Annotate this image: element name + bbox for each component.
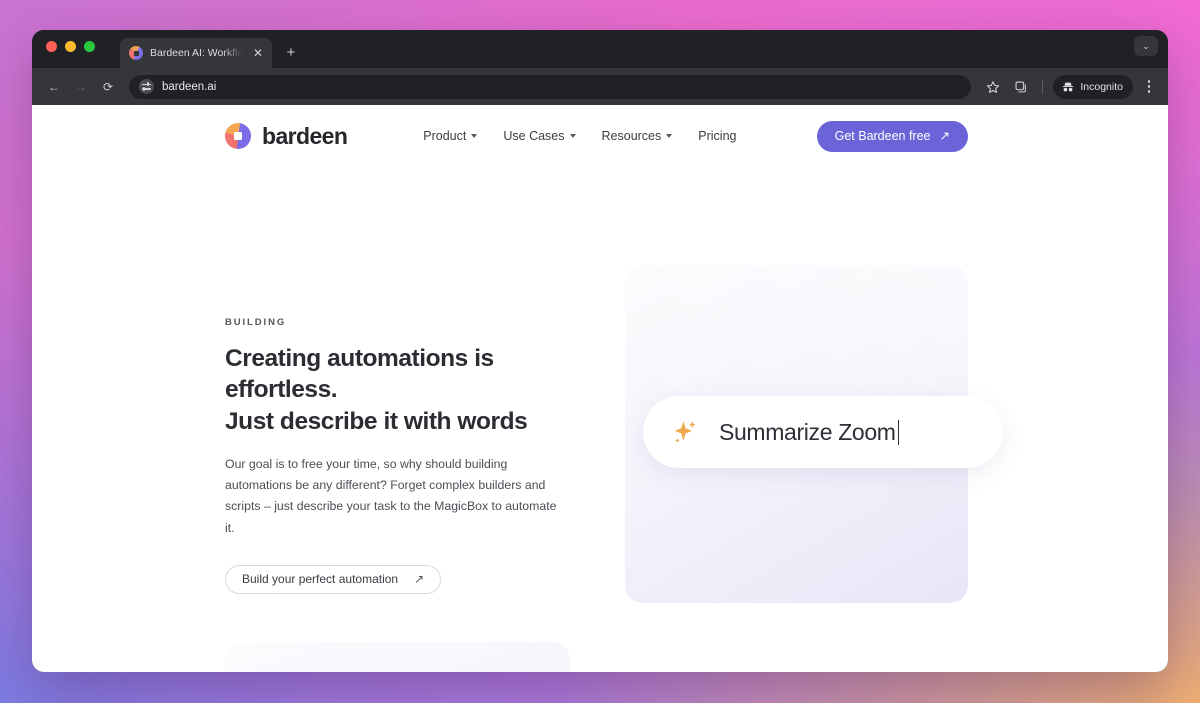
hero-body-text: Our goal is to free your time, so why sh…	[225, 457, 557, 535]
minimize-window-button[interactable]	[65, 41, 76, 52]
nav-item-product[interactable]: Product	[423, 129, 478, 143]
nav-item-label: Product	[423, 129, 467, 143]
nav-item-label: Use Cases	[503, 129, 565, 143]
chevron-down-icon	[569, 134, 576, 138]
bookmark-star-icon[interactable]	[980, 74, 1006, 100]
hero-title-line-1: Creating automations is effortless.	[225, 345, 494, 404]
site-settings-tune-icon[interactable]	[139, 79, 154, 94]
tab-search-chevron-down-icon[interactable]: ⌄	[1134, 36, 1158, 56]
main-nav: Product Use Cases Resources Pricing	[423, 129, 736, 143]
arrow-up-right-icon: ↗	[939, 128, 950, 143]
get-bardeen-free-button[interactable]: Get Bardeen free ↗	[816, 120, 968, 152]
incognito-indicator[interactable]: Incognito	[1053, 74, 1133, 99]
toolbar-actions: Incognito	[980, 74, 1160, 100]
new-tab-button[interactable]: +	[282, 44, 300, 62]
page-title: Creating automations is effortless. Just…	[225, 343, 570, 437]
site-logo[interactable]: bardeen	[225, 122, 348, 150]
hero-text-block: BUILDING Creating automations is effortl…	[225, 317, 570, 594]
nav-item-resources[interactable]: Resources	[602, 129, 673, 143]
sparkle-icon	[671, 418, 699, 446]
secondary-card-preview	[225, 642, 570, 672]
magicbox-card: Summarize Zoom	[625, 265, 1003, 603]
incognito-hat-icon	[1063, 82, 1074, 91]
browser-menu-icon[interactable]	[1138, 76, 1160, 98]
address-bar[interactable]: bardeen.ai	[129, 74, 972, 99]
browser-tab-strip: Bardeen AI: Workflow Task Au ✕ + ⌄	[32, 30, 1168, 68]
section-eyebrow: BUILDING	[225, 317, 287, 328]
reload-button[interactable]: ⟳	[96, 75, 120, 99]
split-tab-icon[interactable]	[1008, 74, 1034, 100]
bardeen-favicon-icon	[129, 46, 143, 60]
chevron-down-icon	[666, 134, 673, 138]
magicbox-input[interactable]: Summarize Zoom	[643, 396, 1003, 468]
magicbox-input-text: Summarize Zoom	[719, 418, 900, 446]
browser-window: Bardeen AI: Workflow Task Au ✕ + ⌄ ← → ⟳…	[32, 30, 1168, 672]
nav-item-use-cases[interactable]: Use Cases	[503, 129, 576, 143]
arrow-up-right-icon: ↗	[414, 572, 425, 587]
ghost-button-label: Build your perfect automation	[242, 572, 399, 587]
nav-item-label: Resources	[601, 129, 662, 143]
address-bar-url: bardeen.ai	[162, 80, 217, 93]
build-automation-button[interactable]: Build your perfect automation ↗	[225, 564, 442, 594]
back-button[interactable]: ←	[42, 75, 66, 99]
site-header: bardeen Product Use Cases Resources Pric…	[32, 105, 1168, 167]
hero-title-line-2: Just describe it with words	[225, 407, 528, 435]
bardeen-logo-icon	[225, 123, 251, 149]
incognito-label: Incognito	[1080, 80, 1123, 93]
chevron-down-icon	[471, 134, 478, 138]
nav-item-pricing[interactable]: Pricing	[698, 129, 736, 143]
page-content: bardeen Product Use Cases Resources Pric…	[32, 105, 1168, 672]
magicbox-input-value: Summarize Zoom	[719, 418, 896, 445]
cta-label: Get Bardeen free	[834, 129, 931, 143]
close-window-button[interactable]	[46, 41, 57, 52]
toolbar-divider	[1042, 79, 1044, 94]
close-tab-icon[interactable]: ✕	[250, 45, 266, 61]
maximize-window-button[interactable]	[84, 41, 95, 52]
text-cursor	[897, 419, 900, 445]
forward-button[interactable]: →	[69, 75, 93, 99]
browser-tab[interactable]: Bardeen AI: Workflow Task Au ✕	[120, 38, 272, 68]
browser-toolbar: ← → ⟳ bardeen.ai Incognito	[32, 68, 1168, 105]
brand-name: bardeen	[262, 122, 348, 149]
nav-item-label: Pricing	[698, 129, 737, 143]
window-controls	[46, 41, 95, 52]
tab-title: Bardeen AI: Workflow Task Au	[150, 47, 243, 59]
